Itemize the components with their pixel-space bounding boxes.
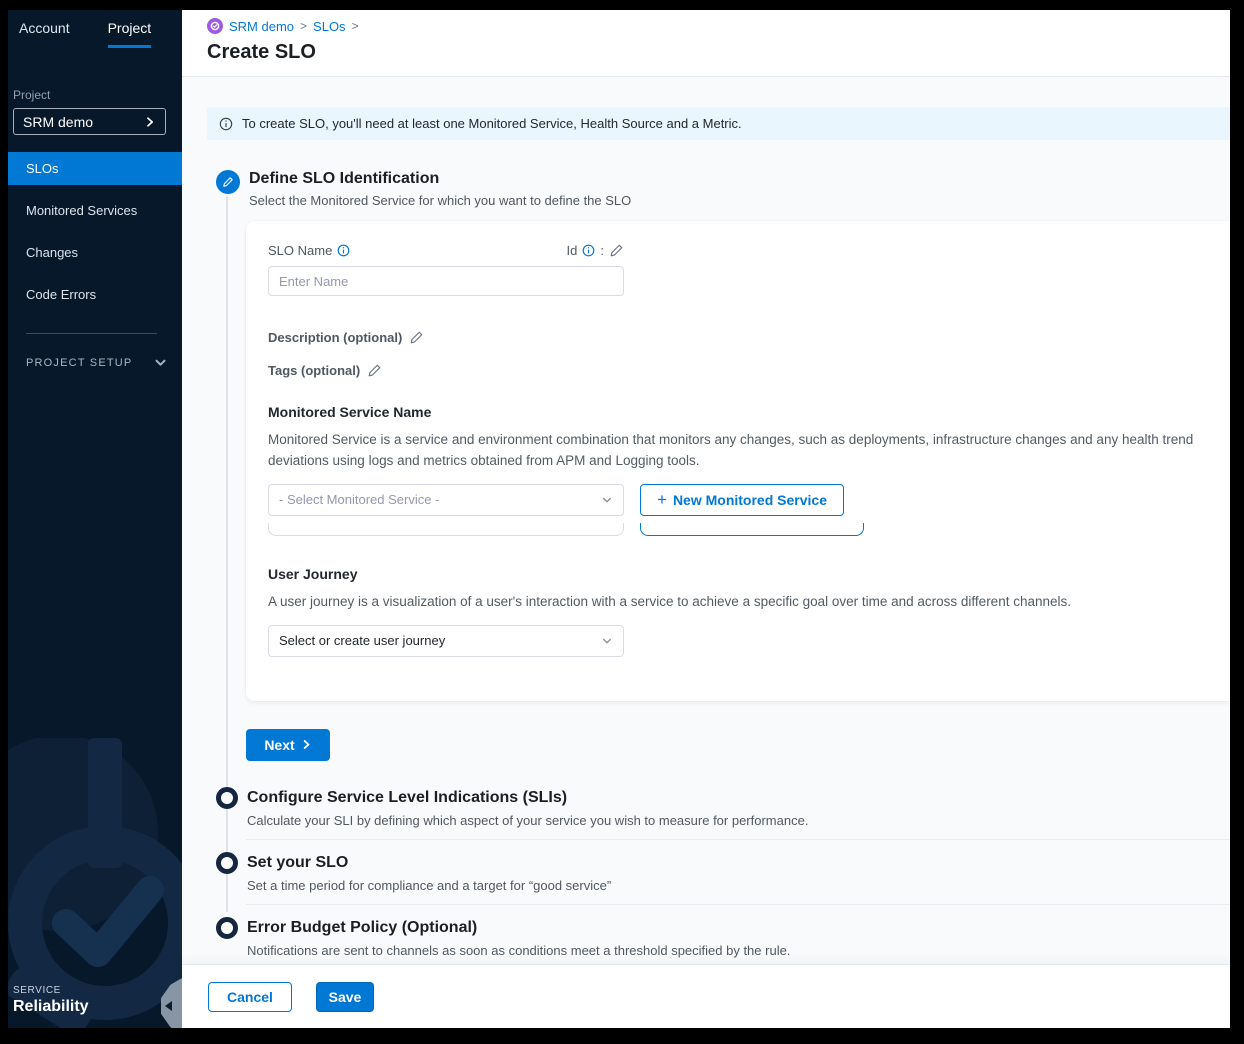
project-setup-toggle[interactable]: PROJECT SETUP (26, 356, 182, 369)
new-monitored-service-button[interactable]: + New Monitored Service (640, 484, 844, 516)
sidebar-item-changes[interactable]: Changes (8, 236, 182, 269)
user-journey-select[interactable]: Select or create user journey (268, 625, 624, 657)
page-title: Create SLO (207, 41, 1230, 64)
scope-tabs: Account Project (8, 10, 182, 48)
duplicate-artifact-row (268, 523, 1202, 536)
page-body: To create SLO, you'll need at least one … (182, 77, 1230, 964)
step-circle-icon (216, 852, 238, 874)
plus-icon: + (657, 491, 667, 508)
slo-name-input[interactable] (268, 266, 624, 296)
monitored-service-description: Monitored Service is a service and envir… (268, 430, 1198, 472)
tags-row[interactable]: Tags (optional) (268, 363, 1202, 378)
sidebar-collapse-button[interactable] (161, 978, 182, 1028)
ghost-select-outline (268, 523, 624, 536)
monitored-service-select-placeholder: - Select Monitored Service - (279, 492, 439, 507)
slo-name-info-icon[interactable] (337, 244, 350, 257)
breadcrumb-link-srm-demo[interactable]: SRM demo (229, 19, 294, 34)
user-journey-select-value: Select or create user journey (279, 633, 445, 648)
tags-edit-icon[interactable] (367, 363, 382, 378)
project-section-label: Project (13, 88, 182, 102)
description-label: Description (optional) (268, 330, 402, 345)
sidebar: Account Project Project SRM demo SLOs Mo… (8, 10, 182, 1028)
user-journey-description: A user journey is a visualization of a u… (268, 592, 1198, 613)
info-icon (219, 117, 233, 131)
slo-name-label: SLO Name (268, 243, 332, 258)
step-circle-icon (216, 917, 238, 939)
next-button-label: Next (264, 737, 294, 753)
step-error-budget-policy[interactable]: Error Budget Policy (Optional) Notificat… (182, 917, 1230, 958)
id-label: Id (567, 243, 578, 258)
brand-reliability-label: Reliability (13, 998, 89, 1016)
wizard-steps: Configure Service Level Indications (SLI… (182, 787, 1230, 964)
description-edit-icon[interactable] (409, 330, 424, 345)
project-selector-value: SRM demo (23, 114, 93, 130)
ghost-button-outline (640, 523, 864, 536)
id-edit-icon[interactable] (609, 243, 624, 258)
step1-title: Define SLO Identification (249, 170, 631, 188)
monitored-service-row: - Select Monitored Service - + New Monit… (268, 484, 1202, 516)
chevron-down-icon (601, 635, 613, 647)
step1-edit-icon (216, 170, 240, 194)
breadcrumb-separator: > (300, 19, 307, 33)
step-circle-icon (216, 787, 238, 809)
next-button[interactable]: Next (246, 729, 330, 761)
name-id-label-row: SLO Name Id : (268, 243, 624, 258)
step-title: Error Budget Policy (Optional) (247, 919, 477, 937)
step-subtitle: Calculate your SLI by defining which asp… (247, 813, 1230, 828)
step1-header: Define SLO Identification Select the Mon… (182, 170, 1230, 208)
info-banner-text: To create SLO, you'll need at least one … (242, 116, 742, 131)
sidebar-item-slos[interactable]: SLOs (8, 152, 182, 185)
step-divider (246, 904, 1230, 905)
tags-label: Tags (optional) (268, 363, 360, 378)
step-subtitle: Notifications are sent to channels as so… (247, 943, 1230, 958)
sidebar-item-code-errors[interactable]: Code Errors (8, 278, 182, 311)
tab-account[interactable]: Account (19, 20, 70, 48)
breadcrumb-separator: > (352, 19, 359, 33)
breadcrumb-link-slos[interactable]: SLOs (313, 19, 346, 34)
breadcrumb: SRM demo > SLOs > (207, 18, 1230, 34)
step-subtitle: Set a time period for compliance and a t… (247, 878, 1230, 893)
id-info-icon[interactable] (582, 244, 595, 257)
slo-identification-card: SLO Name Id : (246, 221, 1230, 701)
chevron-right-icon (144, 116, 156, 128)
step-title: Set your SLO (247, 854, 348, 872)
step-divider (246, 839, 1230, 840)
user-journey-heading: User Journey (268, 566, 1202, 582)
id-colon: : (600, 243, 604, 258)
step1-subtitle: Select the Monitored Service for which y… (249, 193, 631, 208)
chevron-down-icon (601, 494, 613, 506)
sidebar-nav: SLOs Monitored Services Changes Code Err… (8, 152, 182, 311)
save-button[interactable]: Save (316, 982, 374, 1012)
description-row[interactable]: Description (optional) (268, 330, 1202, 345)
app-window: Account Project Project SRM demo SLOs Mo… (8, 10, 1230, 1028)
project-setup-label: PROJECT SETUP (26, 357, 132, 369)
brand-service-label: SERVICE (13, 985, 89, 996)
new-monitored-service-label: New Monitored Service (673, 492, 827, 508)
monitored-service-select[interactable]: - Select Monitored Service - (268, 484, 624, 516)
page-header: SRM demo > SLOs > Create SLO (182, 10, 1230, 77)
cancel-button[interactable]: Cancel (208, 982, 292, 1012)
sidebar-item-monitored-services[interactable]: Monitored Services (8, 194, 182, 227)
main-content: SRM demo > SLOs > Create SLO To create S… (182, 10, 1230, 1028)
collapse-arrow-icon (165, 1001, 172, 1011)
project-selector[interactable]: SRM demo (13, 108, 166, 135)
action-footer: Cancel Save (182, 964, 1230, 1028)
step-set-your-slo[interactable]: Set your SLO Set a time period for compl… (182, 852, 1230, 893)
monitored-service-heading: Monitored Service Name (268, 404, 1202, 420)
user-journey-row: Select or create user journey (268, 625, 1202, 657)
srm-module-icon (207, 18, 223, 34)
tab-project[interactable]: Project (108, 20, 152, 48)
chevron-down-icon (154, 356, 167, 369)
module-brand: SERVICE Reliability (13, 985, 89, 1016)
step-title: Configure Service Level Indications (SLI… (247, 789, 567, 807)
sidebar-divider (26, 333, 157, 334)
step-configure-slis[interactable]: Configure Service Level Indications (SLI… (182, 787, 1230, 828)
chevron-right-icon (301, 739, 312, 750)
info-banner: To create SLO, you'll need at least one … (207, 107, 1230, 140)
